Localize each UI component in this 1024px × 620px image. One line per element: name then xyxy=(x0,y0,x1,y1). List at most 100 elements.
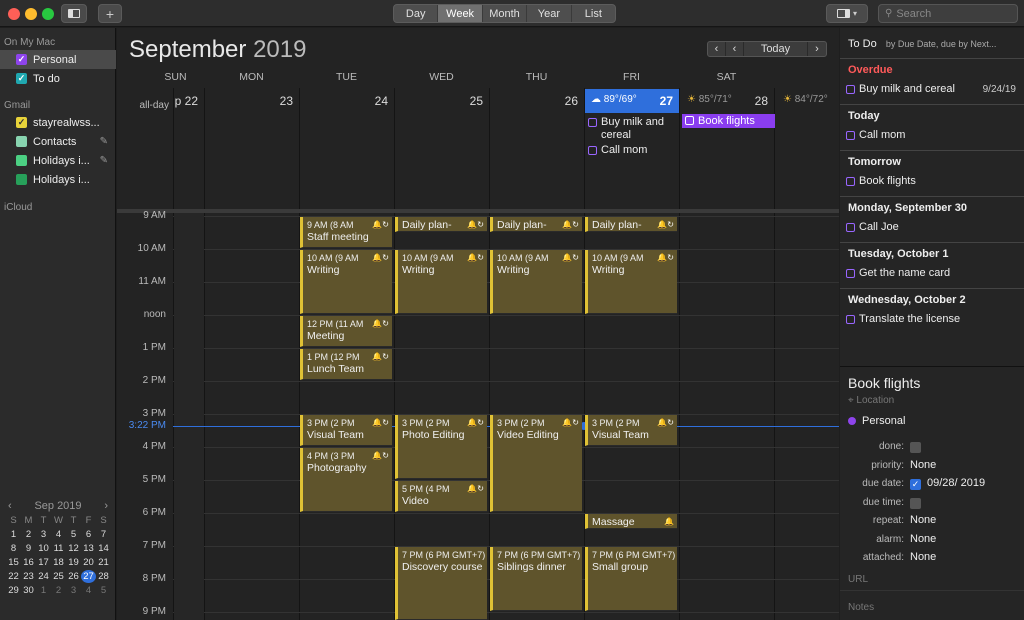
detail-title[interactable]: Book flights xyxy=(848,375,920,391)
todo-item[interactable]: Buy milk and cereal 9/24/19 xyxy=(846,80,1024,98)
calendar-event[interactable]: Daily plan- 🔔↻ xyxy=(490,217,582,232)
calendar-event[interactable]: 7 PM (6 PM GMT+7) Siblings dinner xyxy=(490,547,582,611)
minical-day[interactable]: 23 xyxy=(21,570,36,583)
prev-button[interactable]: ‹ xyxy=(726,42,744,56)
minical-day[interactable]: 5 xyxy=(96,584,111,597)
allday-task-call-mom[interactable]: Call mom xyxy=(588,144,647,156)
calendar-event[interactable]: 7 PM (6 PM GMT+7) Discovery course xyxy=(395,547,487,620)
view-list-button[interactable]: List xyxy=(572,5,615,22)
calendar-event[interactable]: 4 PM (3 PM Photography 🔔↻ xyxy=(300,448,392,512)
minical-day[interactable]: 27 xyxy=(81,570,96,583)
calendar-event[interactable]: 12 PM (11 AM Meeting 🔔↻ xyxy=(300,316,392,347)
view-year-button[interactable]: Year xyxy=(527,5,572,22)
url-field[interactable]: URL xyxy=(848,574,868,585)
checkbox-icon[interactable]: ✓ xyxy=(16,54,27,65)
detail-field-value[interactable]: None xyxy=(910,551,936,563)
minical-day[interactable]: 1 xyxy=(36,584,51,597)
minical-day[interactable]: 2 xyxy=(51,584,66,597)
calendar-event[interactable]: 5 PM (4 PM Video 🔔↻ xyxy=(395,481,487,512)
day-number[interactable]: 26 xyxy=(489,94,584,112)
minical-day[interactable]: 30 xyxy=(21,584,36,597)
calendar-item-todo[interactable]: ✓ To do xyxy=(0,69,116,88)
allday-event-book-flights[interactable]: Book flights xyxy=(682,114,775,128)
detail-field-value[interactable]: None xyxy=(910,514,936,526)
minimize-window-button[interactable] xyxy=(25,8,37,20)
calendar-item-personal[interactable]: ✓ Personal xyxy=(0,50,116,69)
minical-day[interactable]: 1 xyxy=(6,528,21,541)
checkbox-icon[interactable] xyxy=(16,174,27,185)
todo-sort-selector[interactable]: by Due Date, due by Next... xyxy=(886,39,997,49)
minical-day[interactable]: 12 xyxy=(66,542,81,555)
view-week-button[interactable]: Week xyxy=(438,5,483,22)
minical-day[interactable]: 26 xyxy=(66,570,81,583)
add-event-button[interactable]: + xyxy=(98,4,122,23)
calendar-event[interactable]: 3 PM (2 PM Visual Team 🔔↻ xyxy=(585,415,677,446)
calendar-event[interactable]: 3 PM (2 PM Video Editing 🔔↻ xyxy=(490,415,582,512)
zoom-window-button[interactable] xyxy=(42,8,54,20)
view-day-button[interactable]: Day xyxy=(394,5,439,22)
calendar-event[interactable]: 3 PM (2 PM Photo Editing 🔔↻ xyxy=(395,415,487,479)
calendar-event[interactable]: 7 PM (6 PM GMT+7) Small group xyxy=(585,547,677,611)
todo-item[interactable]: Translate the license xyxy=(846,310,1024,328)
notes-field[interactable]: Notes xyxy=(848,602,874,613)
detail-calendar[interactable]: Personal xyxy=(848,415,905,427)
todo-item[interactable]: Get the name card xyxy=(846,264,1024,282)
minical-day[interactable]: 20 xyxy=(81,556,96,569)
detail-location[interactable]: ⌖ Location xyxy=(848,395,894,406)
task-checkbox[interactable] xyxy=(685,116,694,125)
task-checkbox[interactable] xyxy=(588,118,597,127)
allday-task-buy-milk[interactable]: Buy milk and cereal xyxy=(588,116,673,142)
calendar-event[interactable]: 10 AM (9 AM Writing 🔔↻ xyxy=(395,250,487,314)
calendar-event[interactable]: Daily plan- 🔔↻ xyxy=(585,217,677,232)
task-checkbox[interactable] xyxy=(846,314,855,324)
calendar-event[interactable]: 3 PM (2 PM Visual Team 🔔↻ xyxy=(300,415,392,446)
toggle-right-panel-button[interactable]: ▾ xyxy=(826,4,868,23)
detail-field-value[interactable]: None xyxy=(910,533,936,545)
next-week-button[interactable]: › xyxy=(808,42,826,56)
due-date-checkbox[interactable]: ✓ xyxy=(910,479,921,490)
calendar-event[interactable]: 10 AM (9 AM Writing 🔔↻ xyxy=(585,250,677,314)
day-number[interactable]: 27 xyxy=(584,94,679,112)
task-checkbox[interactable] xyxy=(846,176,855,186)
todo-item[interactable]: Call Joe xyxy=(846,218,1024,236)
minical-day[interactable]: 2 xyxy=(21,528,36,541)
calendar-event[interactable]: 9 AM (8 AM Staff meeting 🔔↻ xyxy=(300,217,392,248)
calendar-event[interactable]: 10 AM (9 AM Writing 🔔↻ xyxy=(300,250,392,314)
view-month-button[interactable]: Month xyxy=(483,5,528,22)
minical-day[interactable]: 9 xyxy=(21,542,36,555)
minical-next-button[interactable]: › xyxy=(104,500,108,512)
toggle-sidebar-button[interactable] xyxy=(61,4,87,23)
minical-day[interactable]: 15 xyxy=(6,556,21,569)
todo-item[interactable]: Book flights xyxy=(846,172,1024,190)
checkbox-icon[interactable]: ✓ xyxy=(16,117,27,128)
detail-field-value[interactable]: None xyxy=(910,459,936,471)
minical-day[interactable]: 19 xyxy=(66,556,81,569)
task-checkbox[interactable] xyxy=(846,84,855,94)
minical-day[interactable]: 24 xyxy=(36,570,51,583)
minical-day[interactable]: 13 xyxy=(81,542,96,555)
prev-week-button[interactable]: ‹ xyxy=(708,42,726,56)
minical-day[interactable]: 7 xyxy=(96,528,111,541)
calendar-event[interactable]: 1 PM (12 PM Lunch Team 🔔↻ xyxy=(300,349,392,380)
day-number[interactable]: 23 xyxy=(204,94,299,112)
minical-prev-button[interactable]: ‹ xyxy=(8,500,12,512)
todo-item[interactable]: Call mom xyxy=(846,126,1024,144)
calendar-event[interactable]: Daily plan- 🔔↻ xyxy=(395,217,487,232)
search-input[interactable]: ⚲ Search xyxy=(878,4,1018,23)
task-checkbox[interactable] xyxy=(588,146,597,155)
calendar-event[interactable]: Massage 🔔 xyxy=(585,514,677,529)
calendar-item-contacts[interactable]: Contacts ✎ xyxy=(0,132,116,151)
minical-day[interactable]: 21 xyxy=(96,556,111,569)
task-checkbox[interactable] xyxy=(846,222,855,232)
day-number[interactable]: 25 xyxy=(394,94,489,112)
minical-day[interactable]: 5 xyxy=(66,528,81,541)
checkbox-icon[interactable] xyxy=(16,155,27,166)
minical-day[interactable]: 3 xyxy=(36,528,51,541)
calendar-item-holidays-1[interactable]: Holidays i... ✎ xyxy=(0,151,116,170)
today-button[interactable]: Today xyxy=(744,42,808,56)
minical-day[interactable]: 4 xyxy=(81,584,96,597)
close-window-button[interactable] xyxy=(8,8,20,20)
minical-day[interactable]: 10 xyxy=(36,542,51,555)
minical-day[interactable]: 6 xyxy=(81,528,96,541)
minical-day[interactable]: 4 xyxy=(51,528,66,541)
